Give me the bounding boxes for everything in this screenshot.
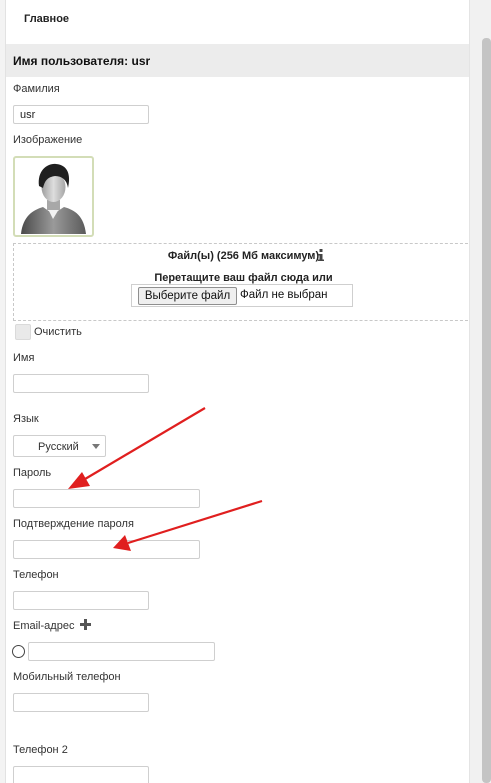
scrollbar[interactable] — [469, 0, 491, 783]
annotation-arrows — [68, 407, 263, 551]
annotation-arrow-password — [68, 407, 206, 489]
annotation-arrow-password-confirm — [113, 499, 263, 551]
scrollbar-thumb[interactable] — [482, 38, 491, 783]
